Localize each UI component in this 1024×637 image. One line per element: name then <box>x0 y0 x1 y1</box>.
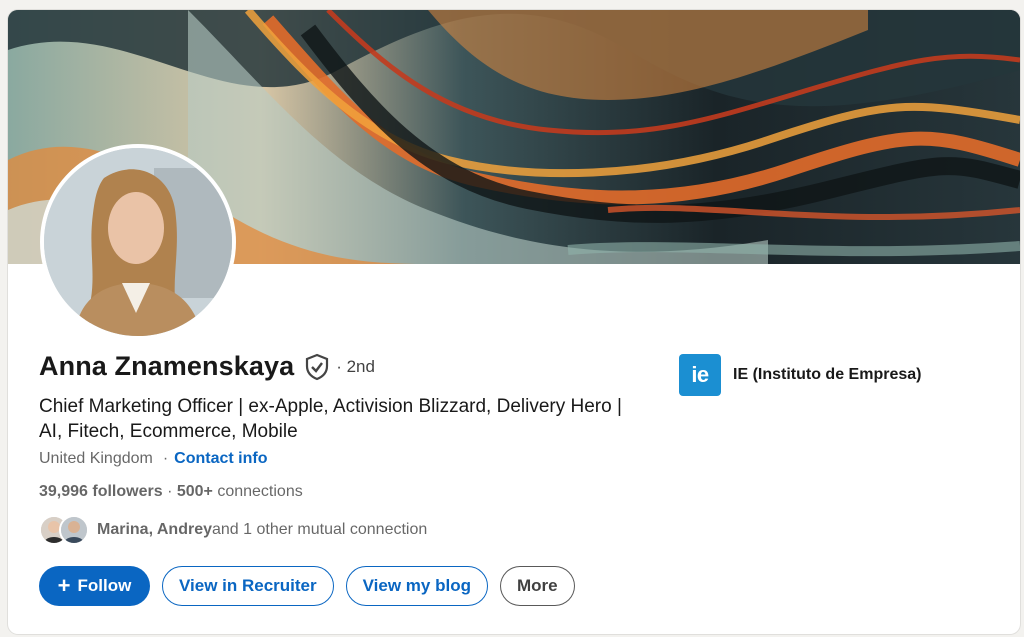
mutual-names: Marina, Andrey <box>97 521 212 538</box>
follow-label: Follow <box>77 576 132 595</box>
follow-button[interactable]: + Follow <box>39 566 150 606</box>
mutual-connections[interactable]: Marina, Andrey and 1 other mutual connec… <box>39 515 427 545</box>
more-button[interactable]: More <box>499 566 575 606</box>
profile-location: United Kingdom <box>39 450 153 467</box>
contact-info-link[interactable]: Contact info <box>174 450 267 467</box>
connections-label: connections <box>212 483 303 500</box>
connection-degree: · 2nd <box>336 356 375 376</box>
education-name: IE (Instituto de Empresa) <box>733 366 922 383</box>
education-link[interactable]: ie IE (Instituto de Empresa) <box>679 354 921 396</box>
avatar <box>59 515 89 545</box>
profile-photo[interactable] <box>44 148 232 336</box>
profile-photo-frame[interactable] <box>40 144 236 340</box>
stats-separator: · <box>162 483 177 500</box>
mutual-text: and 1 other mutual connection <box>212 521 428 538</box>
connections-count[interactable]: 500+ <box>177 483 213 500</box>
profile-card: Anna Znamenskaya · 2nd Chief Marketing O… <box>8 10 1020 634</box>
followers-count: 39,996 followers <box>39 483 163 500</box>
profile-name: Anna Znamenskaya <box>39 351 295 381</box>
plus-icon: + <box>57 573 71 598</box>
view-in-recruiter-button[interactable]: View in Recruiter <box>162 566 334 606</box>
verified-shield-icon[interactable] <box>304 353 330 381</box>
ie-school-logo: ie <box>679 354 721 396</box>
mutual-avatars <box>39 515 91 545</box>
view-my-blog-button[interactable]: View my blog <box>345 566 488 606</box>
profile-headline: Chief Marketing Officer | ex-Apple, Acti… <box>39 396 622 442</box>
